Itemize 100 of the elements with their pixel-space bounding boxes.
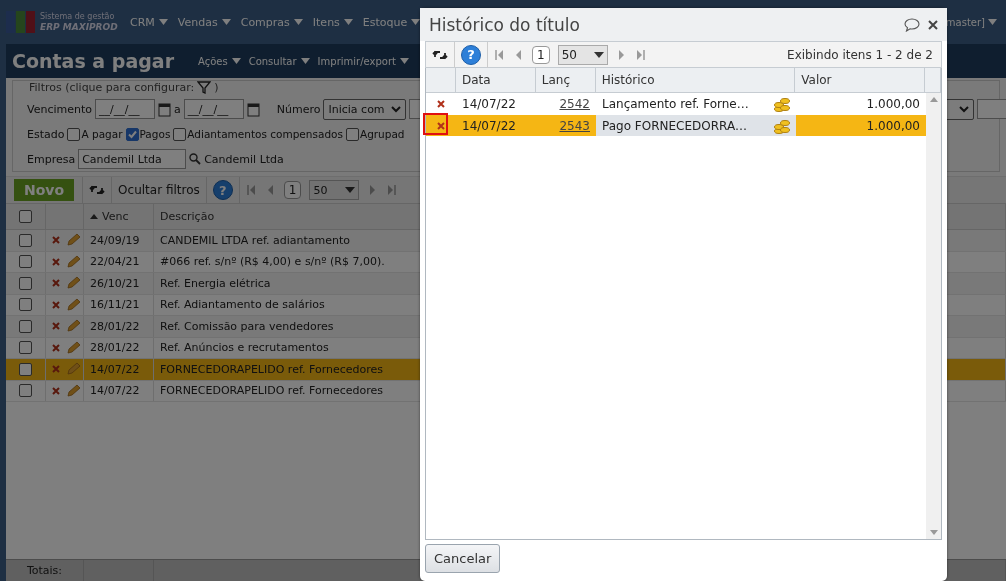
date-cell: 28/01/22 — [90, 341, 140, 355]
pencil-icon[interactable] — [66, 276, 80, 291]
checkbox[interactable] — [19, 298, 32, 312]
page-size-select[interactable]: 50 — [309, 180, 360, 200]
column-header[interactable]: Venc — [102, 210, 129, 223]
table-row[interactable]: 14/07/22 2543 Pago FORNECEDORRA… 1.000,00 — [426, 115, 926, 137]
pencil-icon[interactable] — [66, 233, 80, 248]
column-header[interactable]: Descrição — [160, 210, 215, 223]
date-field[interactable]: __/__/__ — [95, 99, 155, 119]
nav-menu-item[interactable]: Compras — [238, 15, 305, 29]
checkbox-label: Agrupad — [359, 128, 405, 140]
search-icon[interactable] — [189, 153, 202, 165]
filter-legend[interactable]: Filtros (clique para configurar: — [29, 81, 195, 94]
caret-icon — [221, 19, 231, 25]
field-label: Número — [276, 102, 321, 116]
pagination-summary: Exibindo itens 1 - 2 de 2 — [787, 47, 934, 62]
company-field[interactable]: Candemil Ltda — [78, 149, 187, 169]
column-header[interactable]: Valor — [801, 73, 832, 87]
first-page-icon[interactable] — [494, 47, 505, 62]
scrollbar[interactable] — [926, 93, 941, 539]
description-cell: Ref. Comissão para vendedores — [160, 319, 334, 333]
date-cell: 26/10/21 — [90, 276, 140, 290]
help-icon[interactable]: ? — [461, 44, 481, 65]
history-cell: Pago FORNECEDORRA… — [602, 118, 748, 133]
pencil-icon[interactable] — [66, 383, 80, 398]
checkbox[interactable] — [19, 210, 32, 223]
description-cell: Ref. Energia elétrica — [160, 276, 271, 290]
user-menu[interactable]: master] — [945, 16, 1000, 28]
chevron-icon — [390, 105, 401, 113]
help-icon[interactable]: ? — [212, 180, 233, 200]
last-page-icon[interactable] — [634, 47, 646, 62]
delete-icon[interactable] — [437, 121, 445, 130]
delete-icon[interactable] — [52, 236, 60, 245]
pencil-icon[interactable] — [66, 319, 80, 334]
pencil-icon[interactable] — [66, 340, 80, 355]
checkbox-label: Adiantamentos compensados — [187, 128, 343, 140]
scroll-up-icon[interactable] — [929, 97, 938, 102]
nav-menu-item[interactable]: Estoque — [360, 15, 423, 29]
checkbox[interactable] — [19, 276, 32, 290]
page-menu-item[interactable]: Imprimir/export — [317, 55, 409, 67]
coins-icon[interactable] — [774, 95, 790, 112]
date-cell: 14/07/22 — [462, 96, 516, 111]
scroll-down-icon[interactable] — [929, 530, 938, 535]
checkbox[interactable] — [19, 319, 32, 333]
caret-icon — [300, 58, 310, 64]
match-mode-select[interactable]: Inicia com — [323, 98, 406, 120]
date-cell: 28/01/22 — [90, 319, 140, 333]
page-menu-item[interactable]: Consultar — [248, 55, 310, 67]
caret-icon — [345, 187, 356, 193]
calendar-icon[interactable] — [158, 101, 171, 117]
entry-link[interactable]: 2542 — [559, 96, 590, 111]
delete-icon[interactable] — [52, 386, 60, 395]
checkbox[interactable] — [125, 127, 139, 141]
first-page-icon[interactable] — [245, 183, 257, 197]
pencil-icon[interactable] — [66, 297, 80, 312]
coins-icon[interactable] — [774, 117, 790, 134]
delete-icon[interactable] — [437, 99, 445, 108]
checkbox[interactable] — [345, 127, 359, 141]
cancel-button[interactable]: Cancelar — [425, 543, 501, 573]
entry-link[interactable]: 2543 — [559, 118, 590, 133]
value-cell: 1.000,00 — [866, 96, 920, 111]
delete-icon[interactable] — [52, 257, 60, 266]
page-number-field[interactable]: 1 — [532, 45, 550, 64]
page-menu-item[interactable]: Ações — [198, 55, 241, 67]
column-header[interactable]: Data — [461, 73, 491, 87]
column-header[interactable]: Lanç — [541, 73, 571, 87]
page-number-field[interactable]: 1 — [283, 181, 302, 199]
nav-menu-item[interactable]: Itens — [310, 15, 355, 29]
sort-ascending-icon[interactable] — [90, 214, 98, 219]
checkbox[interactable] — [19, 255, 32, 269]
checkbox[interactable] — [67, 127, 81, 141]
filter-field[interactable] — [977, 99, 1006, 119]
calendar-icon[interactable] — [246, 101, 260, 117]
delete-icon[interactable] — [52, 300, 60, 309]
funnel-icon[interactable] — [197, 81, 212, 94]
checkbox[interactable] — [173, 127, 187, 141]
date-field[interactable]: __/__/__ — [183, 99, 244, 119]
checkbox[interactable] — [19, 362, 32, 376]
delete-icon[interactable] — [52, 343, 60, 352]
checkbox-label: Pagos — [139, 128, 171, 140]
checkbox-label: A pagar — [81, 128, 123, 140]
date-cell: 16/11/21 — [90, 298, 140, 312]
description-cell: FORNECEDORAPELIDO ref. Fornecedores — [160, 362, 384, 376]
checkbox[interactable] — [19, 341, 32, 355]
checkbox[interactable] — [19, 233, 32, 247]
last-page-icon[interactable] — [386, 183, 398, 197]
speech-bubble-icon[interactable] — [904, 17, 920, 32]
delete-icon[interactable] — [52, 279, 60, 288]
column-header[interactable]: Histórico — [601, 73, 655, 87]
history-cell: Lançamento ref. Forne… — [602, 96, 749, 111]
delete-icon[interactable] — [52, 322, 60, 331]
nav-menu-item[interactable]: CRM — [128, 15, 170, 29]
close-icon[interactable] — [928, 19, 938, 30]
hide-filters-button[interactable]: Ocultar filtros — [118, 183, 200, 197]
page-size-select[interactable]: 50 — [557, 44, 608, 65]
value-cell: 1.000,00 — [866, 118, 920, 133]
checkbox[interactable] — [19, 384, 32, 398]
nav-menu-item[interactable]: Vendas — [175, 15, 233, 29]
pencil-icon[interactable] — [66, 254, 80, 269]
date-cell: 14/07/22 — [90, 362, 140, 376]
